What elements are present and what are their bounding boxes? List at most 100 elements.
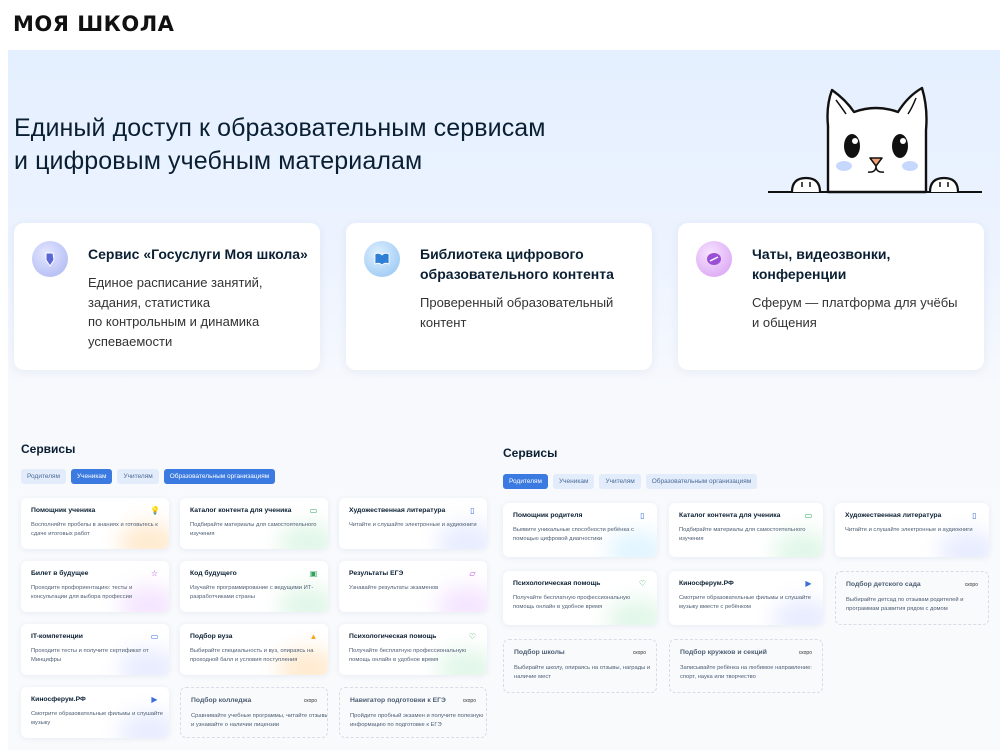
feature-card-gosuslugi[interactable]: Сервис «Госуслуги Моя школа» Единое расп… bbox=[14, 223, 320, 370]
service-card-description: Выбирайте специальность и вуз, опираясь … bbox=[190, 648, 314, 663]
service-card-title: IT-компетенции bbox=[31, 633, 83, 640]
coming-soon-badge: скоро bbox=[462, 698, 476, 704]
service-card[interactable]: Подбор детского сада Выбирайте детсад по … bbox=[835, 571, 989, 625]
service-card[interactable]: Подбор колледжа Сравнивайте учебные прогр… bbox=[180, 687, 328, 738]
service-card[interactable]: Каталог контента для ученика Подбирайте м… bbox=[180, 498, 328, 549]
tab-students[interactable]: Ученикам bbox=[553, 474, 595, 489]
heart-icon: ♡ bbox=[638, 579, 647, 588]
tablet-icon: ▯ bbox=[470, 506, 475, 515]
service-card-title: Психологическая помощь bbox=[349, 633, 437, 640]
service-card-description: Проходите тесты и получите сертификат от… bbox=[31, 648, 149, 663]
services-tabs-left: Родителям Ученикам Учителям Образователь… bbox=[21, 469, 276, 484]
book-open-icon: ▭ bbox=[804, 511, 813, 520]
tab-organizations[interactable]: Образовательным организациям bbox=[645, 474, 758, 489]
coming-soon-badge: скоро bbox=[303, 698, 317, 704]
service-card-title: Художественная литература bbox=[845, 512, 942, 519]
service-card-description: Получайте бесплатную профессиональную по… bbox=[349, 648, 467, 663]
service-card[interactable]: Подбор школы Выбирайте школу, опираясь на… bbox=[503, 639, 657, 693]
service-card-description: Смотрите образовательные фильмы и слушай… bbox=[679, 595, 812, 610]
hero-title: Единый доступ к образовательным сервисам… bbox=[14, 112, 546, 178]
service-card-title: Подбор вуза bbox=[190, 633, 233, 640]
document-icon: ▱ bbox=[469, 569, 476, 578]
service-card[interactable]: Каталог контента для ученика Подбирайте м… bbox=[669, 503, 823, 557]
feature-description: Единое расписание занятий, задания, стат… bbox=[88, 275, 263, 349]
service-card[interactable]: Киносферум.РФ Смотрите образовательные фи… bbox=[669, 571, 823, 625]
feature-card-library[interactable]: Библиотека цифрового образовательного ко… bbox=[346, 223, 652, 370]
services-tabs-right: Родителям Ученикам Учителям Образователь… bbox=[503, 474, 758, 489]
service-card-title: Билет в будущее bbox=[31, 570, 89, 577]
services-heading-left: Сервисы bbox=[21, 442, 76, 456]
service-card-description: Выбирайте школу, опираясь на отзывы, наг… bbox=[514, 665, 651, 680]
feature-card-sferum[interactable]: Чаты, видеозвонки, конференции Сферум — … bbox=[678, 223, 984, 370]
service-card-title: Подбор школы bbox=[514, 649, 565, 656]
service-card-description: Смотрите образовательные фильмы и слушай… bbox=[31, 711, 164, 726]
service-card-description: Пройдите пробный экзамен и получите поле… bbox=[350, 713, 484, 728]
service-card-description: Читайте и слушайте электронные и аудиокн… bbox=[349, 522, 477, 528]
service-card[interactable]: Подбор кружков и секций Записывайте ребён… bbox=[669, 639, 823, 693]
service-card[interactable]: Психологическая помощь Получайте бесплатн… bbox=[339, 624, 487, 675]
feature-title: Библиотека цифрового образовательного ко… bbox=[420, 246, 614, 282]
service-card-title: Каталог контента для ученика bbox=[679, 512, 781, 519]
tablet-icon: ▯ bbox=[972, 511, 977, 520]
coming-soon-badge: скоро bbox=[964, 582, 978, 588]
service-card-description: Узнавайте результаты экзаменов bbox=[349, 585, 439, 591]
code-icon: ▣ bbox=[309, 569, 318, 578]
service-card-title: Подбор детского сада bbox=[846, 581, 921, 588]
service-card[interactable]: Подбор вуза Выбирайте специальность и вуз… bbox=[180, 624, 328, 675]
service-card-title: Результаты ЕГЭ bbox=[349, 570, 404, 577]
service-card-title: Художественная литература bbox=[349, 507, 446, 514]
site-logo[interactable]: МОЯ ШКОЛА bbox=[13, 12, 174, 36]
service-card-description: Изучайте программирование с ведущими ИТ-… bbox=[190, 585, 314, 600]
play-icon: ▶ bbox=[151, 695, 158, 704]
service-card-description: Подбирайте материалы для самостоятельног… bbox=[190, 522, 317, 537]
coming-soon-badge: скоро bbox=[632, 650, 646, 656]
service-card-description: Читайте и слушайте электронные и аудиокн… bbox=[845, 527, 973, 533]
tab-parents[interactable]: Родителям bbox=[21, 469, 67, 484]
service-card-title: Код будущего bbox=[190, 570, 237, 577]
feature-description: Сферум — платформа для учёбы и общения bbox=[752, 295, 958, 330]
service-card[interactable]: Психологическая помощь Получайте бесплатн… bbox=[503, 571, 657, 625]
service-card-title: Подбор колледжа bbox=[191, 697, 252, 704]
service-card-title: Психологическая помощь bbox=[513, 580, 601, 587]
feature-title: Чаты, видеозвонки, конференции bbox=[752, 246, 891, 282]
service-card-title: Помощник родителя bbox=[513, 512, 583, 519]
heart-icon: ♡ bbox=[468, 632, 477, 641]
lightbulb-icon: 💡 bbox=[150, 506, 160, 515]
pen-icon bbox=[32, 241, 68, 277]
service-card-description: Выявите уникальные способности ребёнка с… bbox=[513, 527, 634, 542]
play-icon: ▶ bbox=[805, 579, 812, 588]
hero-title-line-2: и цифровым учебным материалам bbox=[14, 147, 423, 175]
hero-title-line-1: Единый доступ к образовательным сервисам bbox=[14, 114, 546, 142]
service-card[interactable]: Киносферум.РФ Смотрите образовательные фи… bbox=[21, 687, 169, 738]
service-card-title: Навигатор подготовки к ЕГЭ bbox=[350, 697, 446, 704]
service-card[interactable]: Навигатор подготовки к ЕГЭ Пройдите пробн… bbox=[339, 687, 487, 738]
service-card-description: Получайте бесплатную профессиональную по… bbox=[513, 595, 631, 610]
service-card[interactable]: Код будущего Изучайте программирование с … bbox=[180, 561, 328, 612]
feature-description: Проверенный образовательный контент bbox=[420, 295, 614, 330]
service-card[interactable]: Художественная литература Читайте и слуша… bbox=[835, 503, 989, 557]
coming-soon-badge: скоро bbox=[798, 650, 812, 656]
service-card-title: Подбор кружков и секций bbox=[680, 649, 767, 656]
service-card[interactable]: Помощник родителя Выявите уникальные спос… bbox=[503, 503, 657, 557]
graduation-cap-icon: ▲ bbox=[309, 632, 318, 641]
cat-mascot-illustration bbox=[768, 86, 982, 194]
tab-parents[interactable]: Родителям bbox=[503, 474, 549, 489]
service-card[interactable]: Билет в будущее Проходите профориентацию:… bbox=[21, 561, 169, 612]
tab-teachers[interactable]: Учителям bbox=[599, 474, 641, 489]
service-card-title: Каталог контента для ученика bbox=[190, 507, 292, 514]
tab-students[interactable]: Ученикам bbox=[71, 469, 113, 484]
service-card[interactable]: Результаты ЕГЭ Узнавайте результаты экзам… bbox=[339, 561, 487, 612]
service-card-description: Выбирайте детсад по отзывам родителей и … bbox=[846, 597, 964, 612]
service-card-title: Киносферум.РФ bbox=[679, 580, 734, 587]
tab-teachers[interactable]: Учителям bbox=[117, 469, 159, 484]
service-card[interactable]: Помощник ученика Восполняйте пробелы в зн… bbox=[21, 498, 169, 549]
service-card[interactable]: IT-компетенции Проходите тесты и получите… bbox=[21, 624, 169, 675]
service-card-title: Помощник ученика bbox=[31, 507, 96, 514]
tab-organizations[interactable]: Образовательным организациям bbox=[163, 469, 276, 484]
service-card[interactable]: Художественная литература Читайте и слуша… bbox=[339, 498, 487, 549]
service-card-description: Подбирайте материалы для самостоятельног… bbox=[679, 527, 806, 542]
book-icon bbox=[364, 241, 400, 277]
chat-icon bbox=[696, 241, 732, 277]
tablet-icon: ▯ bbox=[640, 511, 645, 520]
service-card-description: Сравнивайте учебные программы, читайте о… bbox=[191, 713, 328, 728]
